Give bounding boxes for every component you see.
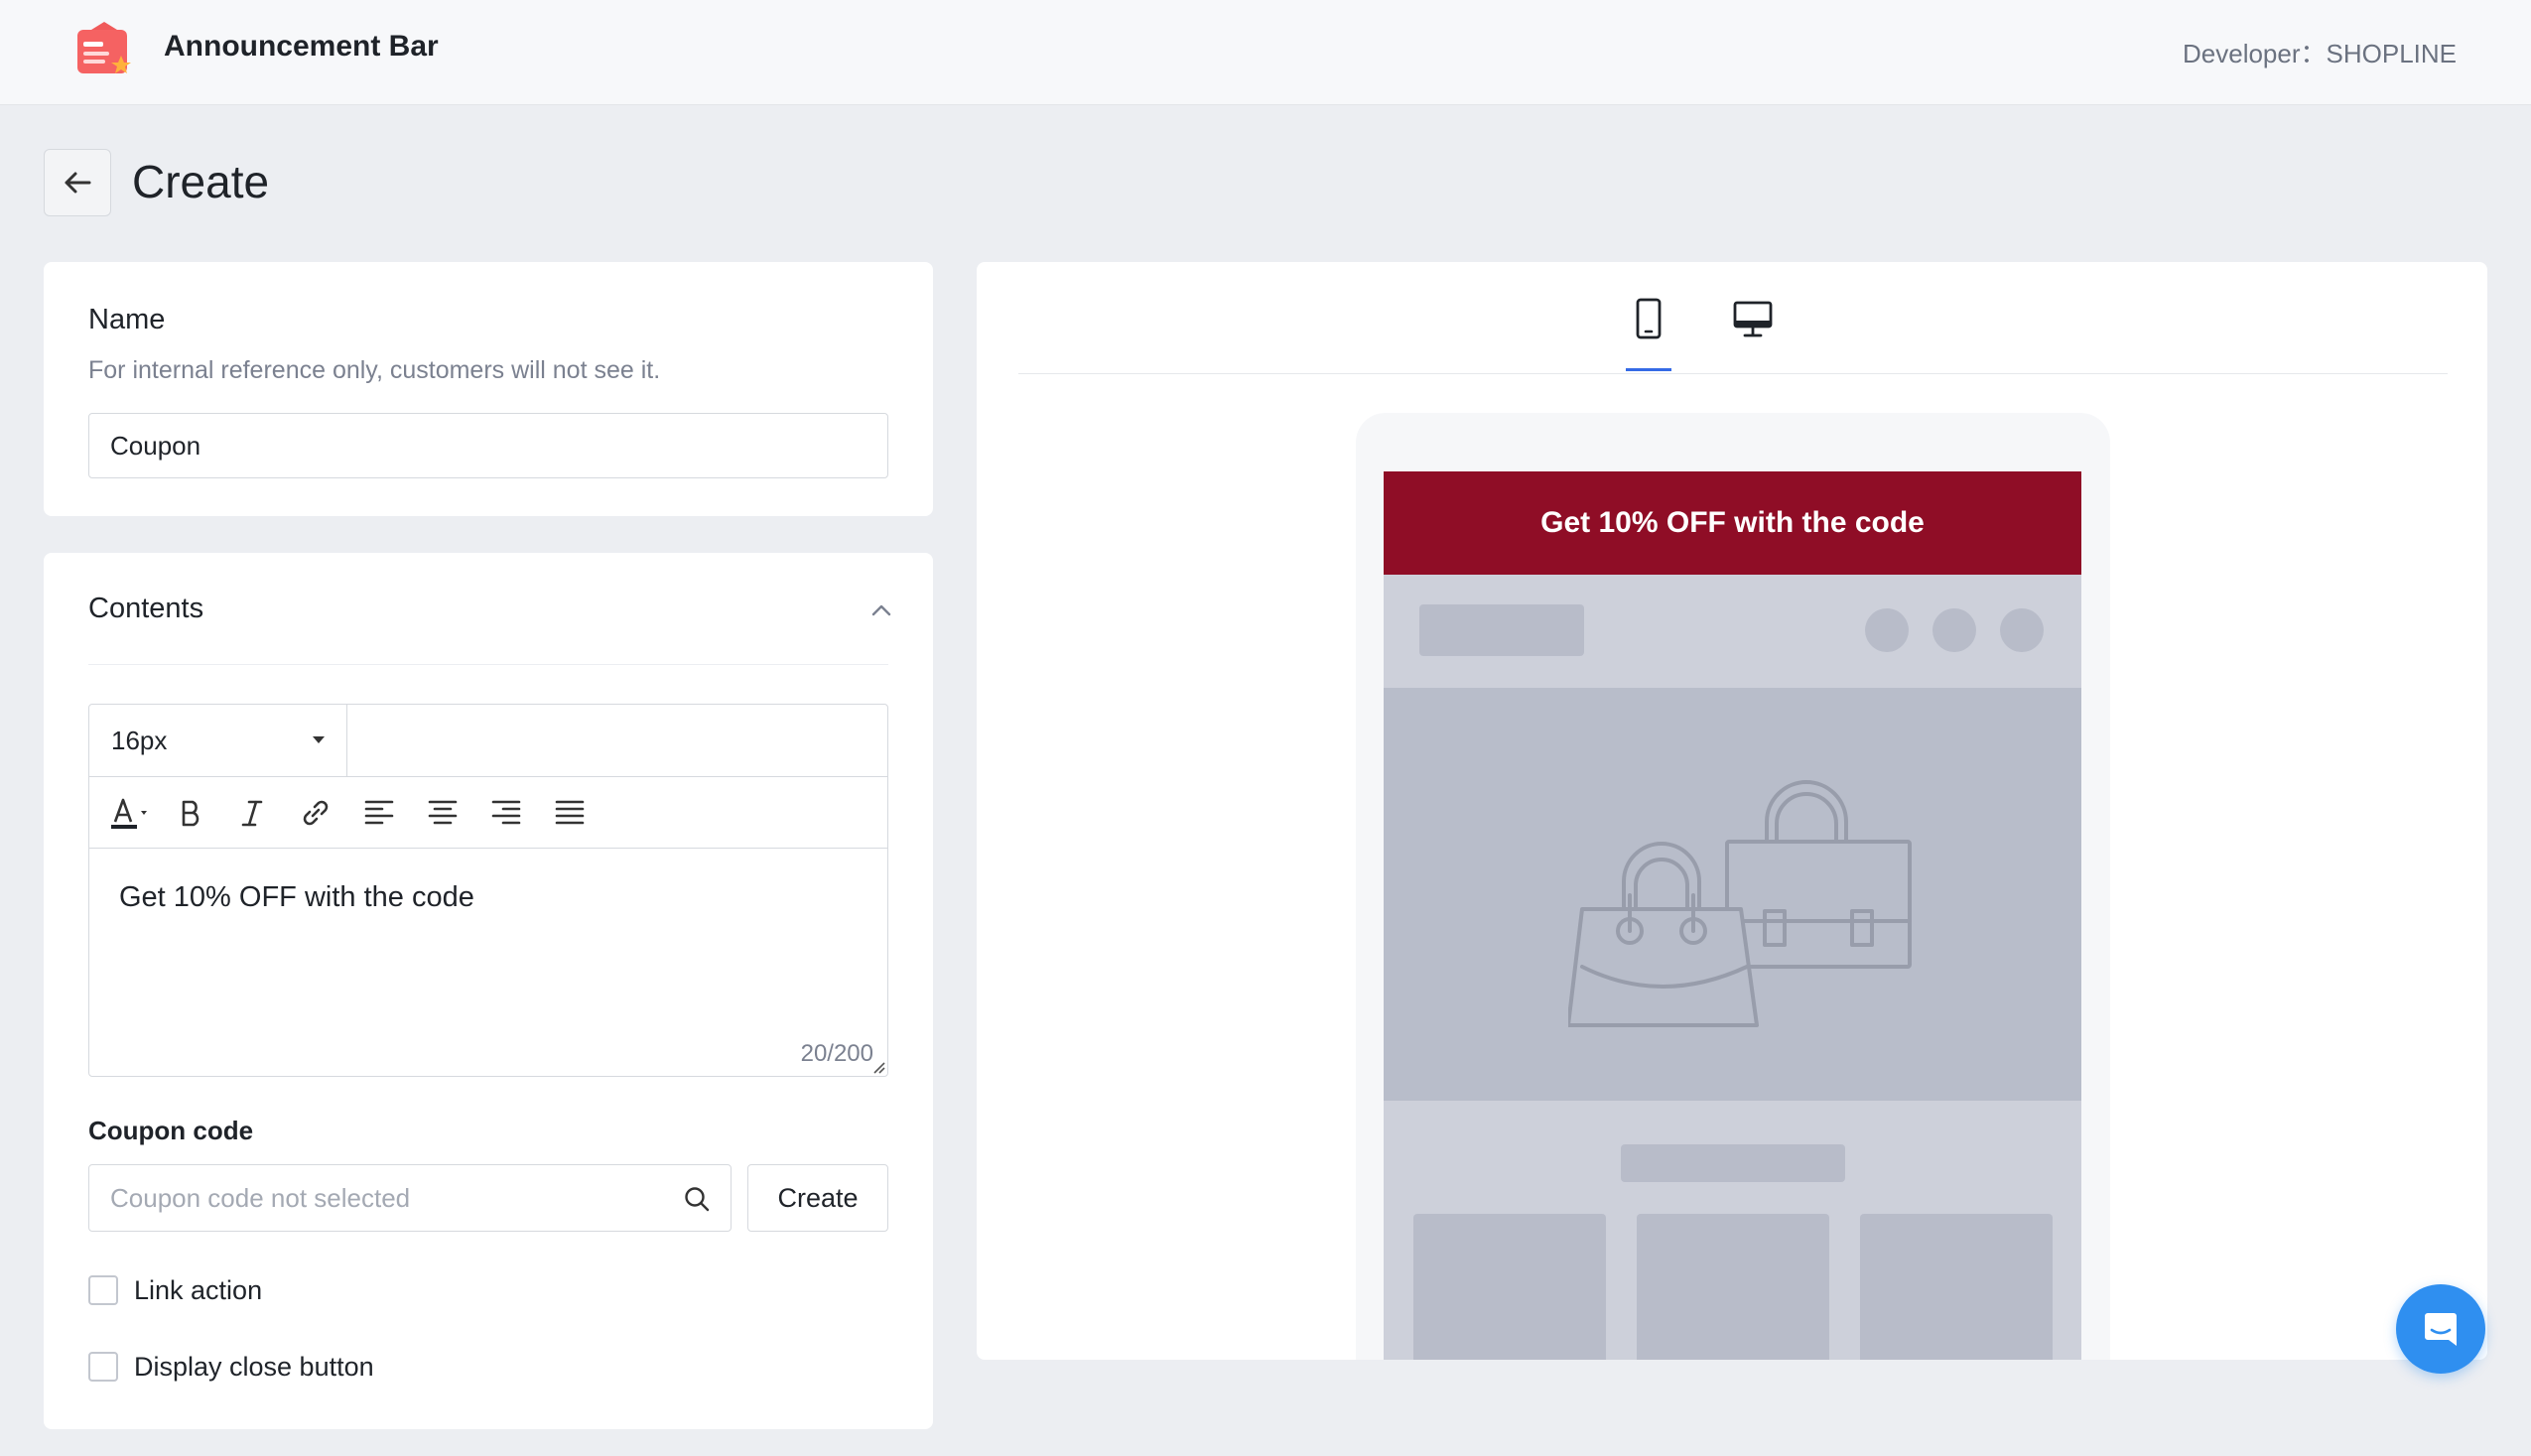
bold-button[interactable]: [169, 791, 212, 835]
developer-label: Developer：SHOPLINE: [2183, 39, 2457, 68]
chat-icon: [2425, 1313, 2457, 1346]
italic-button[interactable]: [230, 791, 274, 835]
align-left-button[interactable]: [357, 791, 401, 835]
italic-icon: [241, 800, 263, 827]
coupon-code-label: Coupon code: [88, 1116, 254, 1145]
contents-divider: [88, 664, 888, 665]
app-title: Announcement Bar: [164, 30, 439, 63]
mock-product-card: [1637, 1214, 1829, 1360]
announcement-bar-preview: Get 10% OFF with the code: [1384, 471, 2081, 575]
mock-icon-placeholder: [1865, 608, 1909, 652]
name-card: Name For internal reference only, custom…: [44, 262, 933, 516]
preview-card: Get 10% OFF with the code: [977, 262, 2487, 1360]
mobile-icon: [1636, 298, 1662, 339]
display-close-button-label: Display close button: [134, 1352, 374, 1382]
contents-title: Contents: [88, 593, 204, 624]
page-title: Create: [132, 156, 270, 207]
tab-mobile[interactable]: [1621, 292, 1676, 347]
search-icon[interactable]: [683, 1185, 711, 1213]
chat-support-button[interactable]: [2396, 1284, 2485, 1374]
mock-icon-placeholder: [2000, 608, 2044, 652]
editor-content[interactable]: Get 10% OFF with the code: [119, 881, 474, 914]
back-button[interactable]: [44, 149, 111, 216]
link-action-checkbox[interactable]: [88, 1275, 118, 1305]
top-bar: Announcement Bar Developer：SHOPLINE: [0, 0, 2531, 105]
link-action-label: Link action: [134, 1275, 263, 1305]
desktop-icon: [1733, 301, 1773, 337]
formatting-toolbar: [89, 777, 887, 849]
name-label: Name: [88, 304, 166, 335]
coupon-code-input[interactable]: Coupon code not selected: [88, 1164, 732, 1232]
text-color-icon: [111, 798, 147, 829]
mock-logo-placeholder: [1419, 604, 1584, 656]
link-button[interactable]: [294, 791, 337, 835]
arrow-left-icon: [65, 172, 91, 194]
tab-desktop[interactable]: [1725, 292, 1781, 347]
resize-handle-icon[interactable]: [871, 1060, 885, 1074]
mock-product-section: [1384, 1101, 2081, 1360]
contents-card: Contents 16px Get 10% OFF with the code …: [44, 553, 933, 1429]
name-help-text: For internal reference only, customers w…: [88, 356, 661, 384]
mock-hero-banner: [1384, 688, 2081, 1101]
align-center-button[interactable]: [421, 791, 465, 835]
active-tab-indicator: [1626, 368, 1671, 371]
align-left-icon: [364, 800, 394, 825]
shopping-bags-icon: [1568, 780, 1912, 1027]
align-justify-button[interactable]: [548, 791, 592, 835]
mock-product-card: [1860, 1214, 2053, 1360]
chevron-up-icon[interactable]: [869, 598, 893, 622]
mock-product-card: [1413, 1214, 1606, 1360]
text-color-button[interactable]: [105, 791, 149, 835]
character-counter: 20/200: [800, 1040, 873, 1067]
bold-icon: [182, 800, 200, 827]
display-close-button-checkbox[interactable]: [88, 1352, 118, 1382]
name-input[interactable]: Coupon: [88, 413, 888, 478]
mock-title-placeholder: [1621, 1144, 1845, 1182]
link-icon: [303, 800, 329, 826]
caret-down-icon: [313, 736, 325, 743]
align-center-icon: [428, 800, 458, 825]
coupon-code-placeholder: Coupon code not selected: [110, 1182, 411, 1213]
mobile-preview-frame: Get 10% OFF with the code: [1356, 413, 2110, 1360]
font-size-select[interactable]: 16px: [89, 705, 347, 776]
mock-store-header: [1384, 575, 2081, 688]
announcement-bar-logo-icon: [77, 22, 131, 73]
create-coupon-button[interactable]: Create: [747, 1164, 888, 1232]
mock-icon-placeholder: [1932, 608, 1976, 652]
align-right-icon: [491, 800, 521, 825]
rich-text-editor: 16px Get 10% OFF with the code 20/200: [88, 704, 888, 1077]
font-size-value: 16px: [111, 725, 168, 755]
align-right-button[interactable]: [484, 791, 528, 835]
preview-divider: [1018, 373, 2448, 374]
align-justify-icon: [555, 800, 585, 825]
